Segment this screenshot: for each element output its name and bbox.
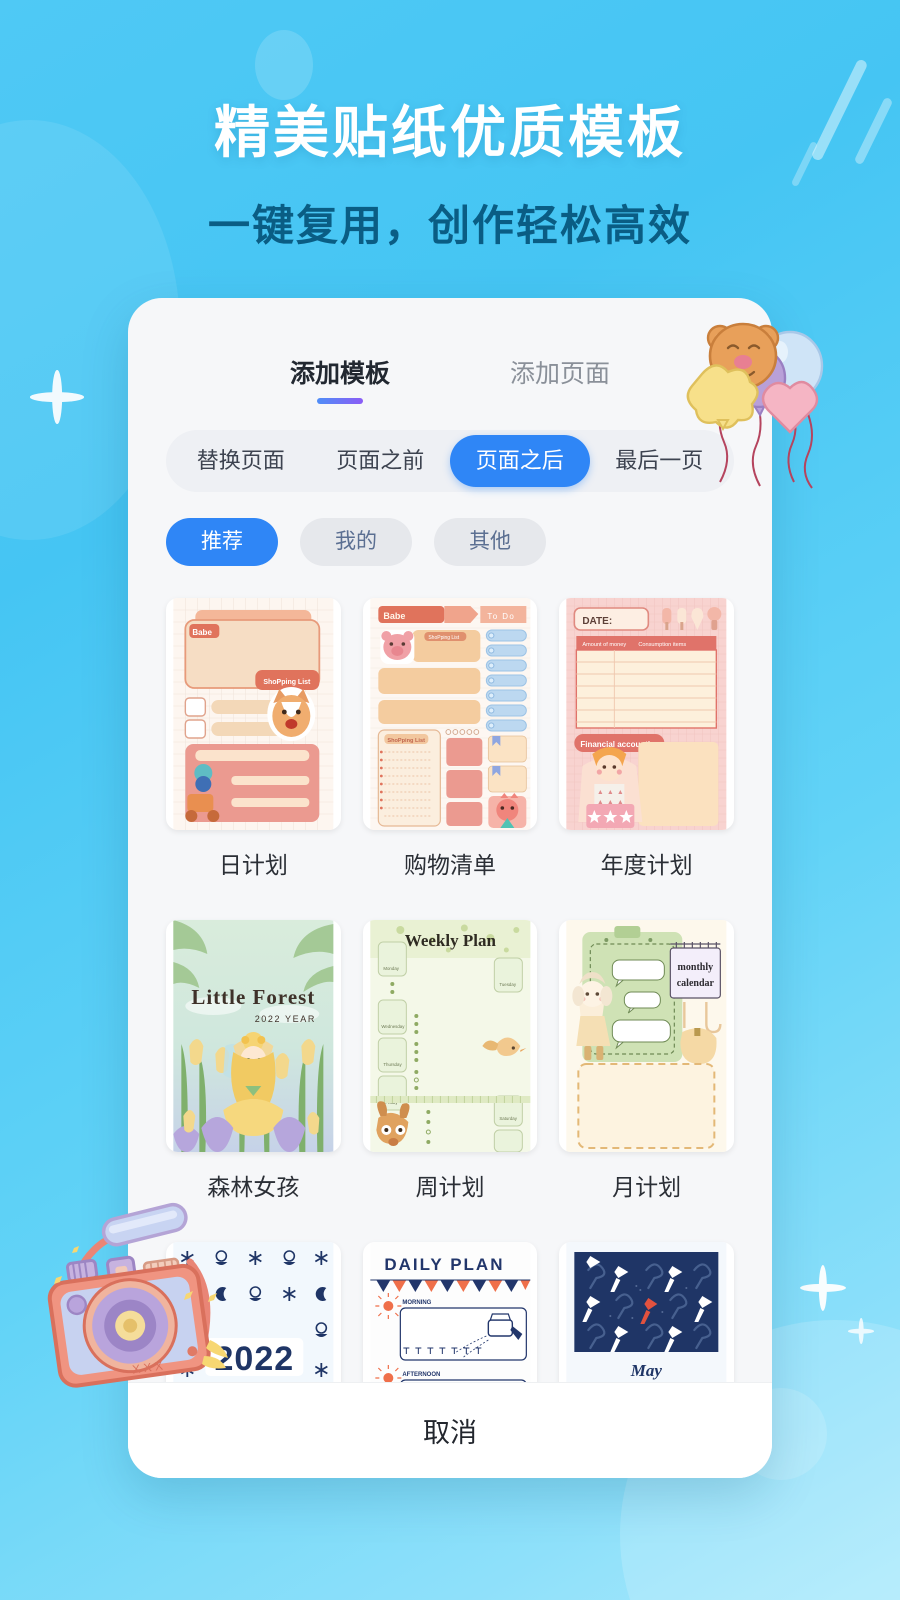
svg-text:Amount of money: Amount of money (583, 642, 627, 648)
template-cell: Weekly Plan Monday Tuesday Wednesday Thu… (362, 920, 538, 1228)
hero-title: 精美贴纸优质模板 (214, 101, 686, 164)
template-thumb-daily-plan[interactable]: DAILY PLAN MORNING AFTERNOON (362, 1242, 538, 1382)
sheet-footer: 取消 (128, 1382, 772, 1478)
svg-text:Consumption items: Consumption items (639, 642, 687, 648)
svg-text:AFTERNOON: AFTERNOON (402, 1372, 440, 1378)
svg-text:2022: 2022 (215, 1340, 295, 1378)
template-cell: May SUN MON TUE WED THU FRI SAT 1 2 (559, 1242, 734, 1382)
tab-add-template[interactable]: 添加模板 (290, 354, 390, 404)
template-thumb-little-forest[interactable]: Little Forest 2022 YEAR (166, 920, 341, 1152)
chip-mine[interactable]: 我的 (300, 518, 412, 566)
template-grid-scroll[interactable]: Babe ShoPping List 日计划 Babe To Do ShoPpi… (128, 566, 772, 1382)
template-label: 周计划 (415, 1174, 485, 1200)
template-cell: DAILY PLAN MORNING AFTERNOON (362, 1242, 538, 1382)
template-label: 日计划 (218, 852, 288, 878)
tab-active-underline (316, 398, 363, 404)
template-cell: Babe ShoPping List 日计划 (166, 598, 341, 906)
template-picker-sheet: 添加模板 添加页面 替换页面 页面之前 页面之后 最后一页 推荐 我的 其他 B… (128, 298, 772, 1478)
template-thumb-may-calendar[interactable]: May SUN MON TUE WED THU FRI SAT 1 2 (559, 1242, 734, 1382)
template-label: 月计划 (612, 1174, 682, 1200)
template-cell: monthly calendar 月计划 (559, 920, 734, 1228)
day-plan-artwork: Babe ShoPping List (173, 598, 334, 830)
svg-text:Babe: Babe (192, 628, 212, 637)
template-grid: Babe ShoPping List 日计划 Babe To Do ShoPpi… (166, 598, 734, 1382)
template-thumb-winter-2022[interactable]: 2022 (166, 1242, 341, 1382)
may-calendar-artwork: May SUN MON TUE WED THU FRI SAT 1 2 (566, 1242, 727, 1382)
svg-text:ShoPping List: ShoPping List (263, 679, 311, 686)
weekly-plan-artwork: Weekly Plan MondayTuesday WednesdayThurs… (369, 920, 530, 1152)
template-cell: Babe To Do ShoPping List ShoPping List 购… (362, 598, 538, 906)
daily-plan-artwork: DAILY PLAN MORNING AFTERNOON (369, 1242, 530, 1382)
template-thumb-weekly-plan[interactable]: Weekly Plan Monday Tuesday Wednesday Thu… (362, 920, 538, 1152)
tab-add-page[interactable]: 添加页面 (510, 354, 610, 404)
template-cell: Little Forest 2022 YEAR 森林女孩 (166, 920, 341, 1228)
svg-text:ShoPping List: ShoPping List (387, 738, 425, 744)
svg-text:2022 YEAR: 2022 YEAR (255, 1014, 316, 1024)
template-cell: 2022 (166, 1242, 341, 1382)
segment-last-page[interactable]: 最后一页 (590, 435, 730, 487)
svg-text:Babe: Babe (383, 611, 405, 621)
template-label: 年度计划 (600, 852, 693, 878)
chip-other[interactable]: 其他 (434, 518, 546, 566)
svg-text:Saturday: Saturday (499, 1116, 517, 1121)
svg-text:DATE:: DATE: (583, 616, 613, 627)
monthly-calendar-artwork: monthly calendar (566, 920, 727, 1152)
tab-add-page-label: 添加页面 (510, 360, 611, 388)
svg-text:MORNING: MORNING (402, 1300, 431, 1306)
hero-subtitle: 一键复用，创作轻松高效 (207, 202, 692, 249)
svg-text:Little Forest: Little Forest (191, 985, 315, 1009)
template-label: 森林女孩 (207, 1174, 300, 1200)
template-thumb-monthly-plan[interactable]: monthly calendar (559, 920, 734, 1152)
template-thumb-yearly-plan[interactable]: DATE: Amount of money Consumption items (559, 598, 734, 830)
svg-text:Weekly Plan: Weekly Plan (404, 931, 496, 950)
svg-text:Thursday: Thursday (383, 1062, 402, 1067)
insert-position-group: 替换页面 页面之前 页面之后 最后一页 (128, 404, 772, 492)
svg-text:ShoPping List: ShoPping List (428, 635, 459, 641)
chip-recommended[interactable]: 推荐 (166, 518, 278, 566)
category-chip-group: 推荐 我的 其他 (128, 492, 772, 566)
svg-text:Monday: Monday (383, 966, 399, 971)
sparkle-icon (30, 370, 84, 424)
svg-text:Wednesday: Wednesday (381, 1024, 405, 1029)
little-forest-artwork: Little Forest 2022 YEAR (173, 920, 334, 1152)
segment-after-page[interactable]: 页面之后 (450, 435, 590, 487)
sparkle-icon (848, 1318, 874, 1344)
template-cell: DATE: Amount of money Consumption items (559, 598, 734, 906)
template-thumb-shopping-list[interactable]: Babe To Do ShoPping List ShoPping List (362, 598, 538, 830)
segment-before-page[interactable]: 页面之前 (311, 435, 451, 487)
svg-text:calendar: calendar (677, 978, 715, 989)
svg-text:monthly: monthly (678, 962, 714, 973)
shopping-list-artwork: Babe To Do ShoPping List ShoPping List (369, 598, 530, 830)
svg-text:To Do: To Do (487, 612, 515, 621)
sparkle-icon (800, 1265, 846, 1311)
sheet-tabs: 添加模板 添加页面 (128, 298, 772, 404)
yearly-plan-artwork: DATE: Amount of money Consumption items (566, 598, 727, 830)
svg-text:DAILY PLAN: DAILY PLAN (384, 1255, 504, 1274)
tab-add-template-label: 添加模板 (289, 360, 390, 388)
segmented-control: 替换页面 页面之前 页面之后 最后一页 (166, 430, 734, 492)
cancel-button[interactable]: 取消 (423, 1411, 477, 1450)
svg-text:May: May (630, 1361, 663, 1380)
segment-replace-page[interactable]: 替换页面 (171, 435, 311, 487)
svg-text:Tuesday: Tuesday (499, 982, 516, 987)
winter-2022-artwork: 2022 (173, 1242, 334, 1382)
template-label: 购物清单 (403, 852, 496, 878)
template-thumb-day-plan[interactable]: Babe ShoPping List (166, 598, 341, 830)
